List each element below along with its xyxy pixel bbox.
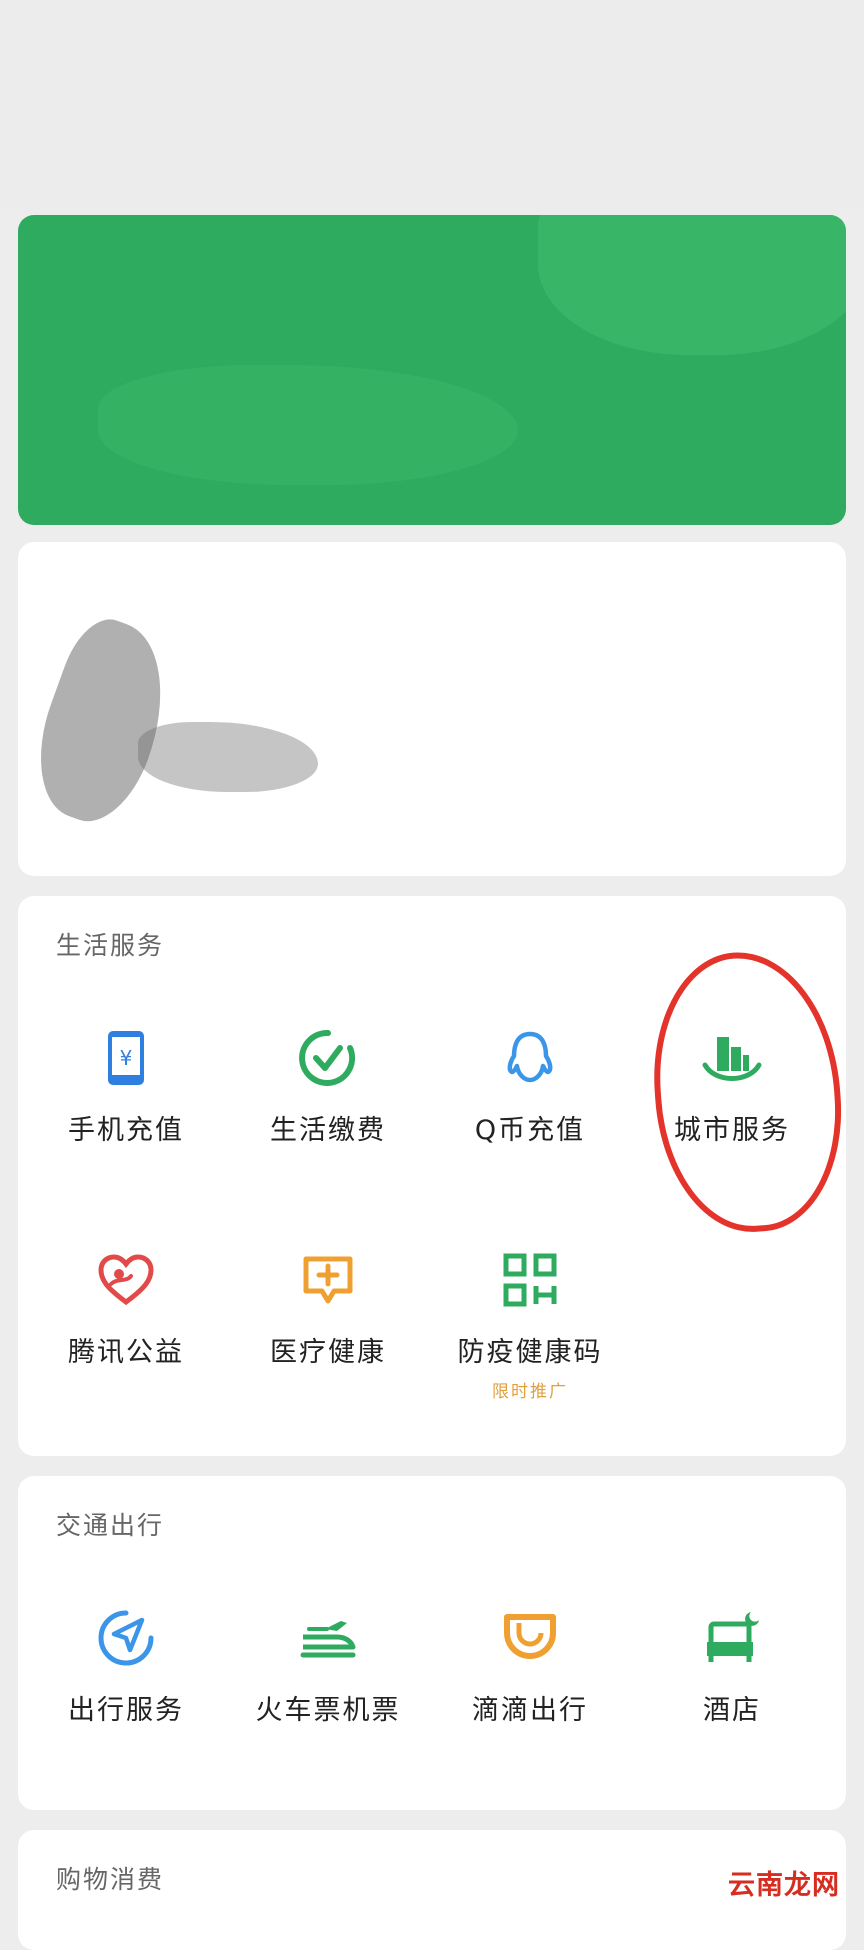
grid-item-train-flight[interactable]: 火车票机票 (228, 1606, 428, 1727)
heart-icon (94, 1248, 158, 1312)
didi-icon (498, 1606, 562, 1670)
label-tencent-charity: 腾讯公益 (68, 1337, 184, 1368)
section-title-life-services: 生活服务 (56, 931, 165, 960)
grid-item-medical-health[interactable]: 医疗健康 (228, 1248, 428, 1369)
label-travel-service: 出行服务 (68, 1695, 184, 1726)
grid-item-qcoin-recharge[interactable]: Q币充值 (430, 1026, 630, 1147)
top-blurred-area (0, 0, 864, 215)
section-title-shopping: 购物消费 (56, 1865, 165, 1894)
label-qcoin-recharge: Q币充值 (474, 1115, 586, 1146)
label-medical-health: 医疗健康 (270, 1337, 386, 1368)
redacted-balance-card (17, 542, 846, 876)
section-title-transport: 交通出行 (56, 1511, 165, 1540)
train-icon (296, 1606, 360, 1670)
check-circle-icon (296, 1026, 360, 1090)
grid-item-phone-recharge[interactable]: ¥ 手机充值 (26, 1026, 226, 1147)
grid-item-health-code[interactable]: 防疫健康码 限时推广 (430, 1248, 630, 1402)
label-health-code: 防疫健康码 (457, 1337, 603, 1368)
redacted-wallet-card (18, 215, 846, 525)
qr-code-icon (498, 1248, 562, 1312)
grid-item-didi[interactable]: 滴滴出行 (430, 1606, 630, 1727)
watermark-logo: 云南龙网 (728, 1870, 840, 1901)
shopping-card: 购物消费 (18, 1830, 846, 1950)
label-train-flight: 火车票机票 (255, 1695, 401, 1726)
grid-item-tencent-charity[interactable]: 腾讯公益 (26, 1248, 226, 1369)
grid-item-utility-payment[interactable]: 生活缴费 (228, 1026, 428, 1147)
medical-chat-icon (296, 1248, 360, 1312)
svg-text:¥: ¥ (120, 1046, 133, 1070)
grid-item-hotel[interactable]: 酒店 (632, 1606, 832, 1727)
label-utility-payment: 生活缴费 (270, 1115, 386, 1146)
label-didi: 滴滴出行 (472, 1695, 588, 1726)
label-hotel: 酒店 (703, 1695, 761, 1726)
navigation-icon (94, 1606, 158, 1670)
qq-penguin-icon (498, 1026, 562, 1090)
hotel-bed-icon (700, 1606, 764, 1670)
label-phone-recharge: 手机充值 (68, 1115, 184, 1146)
limited-promo-tag: 限时推广 (492, 1382, 568, 1402)
grid-item-travel-service[interactable]: 出行服务 (26, 1606, 226, 1727)
phone-recharge-icon: ¥ (94, 1026, 158, 1090)
transport-card: 交通出行 出行服务 火车票机票 滴滴出行 酒店 (18, 1476, 846, 1810)
